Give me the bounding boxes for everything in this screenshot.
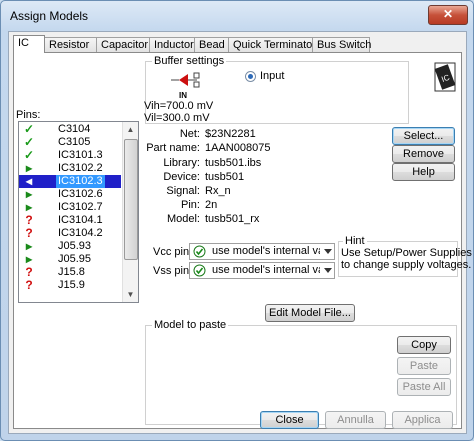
net-label: Net: xyxy=(179,128,200,140)
pin-label: Pin: xyxy=(181,199,200,211)
pin-name: J05.95 xyxy=(58,253,92,265)
remove-button[interactable]: Remove xyxy=(392,145,455,163)
hint-title: Hint xyxy=(343,235,367,247)
scroll-up-arrow-icon[interactable]: ▲ xyxy=(123,122,138,137)
buffer-settings-title: Buffer settings xyxy=(152,55,227,67)
model-label: Model: xyxy=(166,213,200,225)
scroll-thumb[interactable] xyxy=(124,139,138,260)
pin-list-item[interactable]: ◂ IC3102.3 xyxy=(19,175,121,188)
model-to-paste-group: Model to paste Copy Paste Paste All xyxy=(145,319,457,425)
pin-name: IC3102.6 xyxy=(58,188,103,200)
hint-text-line1: Use Setup/Power Supplies xyxy=(341,247,472,259)
pin-list-item[interactable]: ✓ C3105 xyxy=(19,136,121,149)
pin-name: J05.93 xyxy=(58,240,92,252)
pin-list-item[interactable]: ✓ IC3101.3 xyxy=(19,149,121,162)
pin-value: 2n xyxy=(205,199,218,211)
pin-list-item[interactable]: ▸ J05.95 xyxy=(19,253,121,266)
tab-inductor[interactable]: Inductor xyxy=(149,37,195,52)
pin-name: IC3101.3 xyxy=(58,149,103,161)
signal-label: Signal: xyxy=(166,185,200,197)
tab-quick-terminator[interactable]: Quick Terminator xyxy=(228,37,316,52)
vih-value: Vih=700.0 mV xyxy=(144,100,214,112)
library-value: tusb501.ibs xyxy=(205,157,262,169)
power-supply-icon xyxy=(193,264,206,277)
device-label: Device: xyxy=(163,171,200,183)
pin-name: IC3102.3 xyxy=(56,175,105,188)
vcc-pin-label: Vcc pin: xyxy=(153,246,193,258)
ic-chip-icon: IC xyxy=(434,62,456,92)
pin-list-item[interactable]: ? J15.9 xyxy=(19,279,121,292)
net-value: $23N2281 xyxy=(205,128,256,140)
vss-pin-dropdown[interactable]: use model's internal value xyxy=(189,262,335,279)
copy-button[interactable]: Copy xyxy=(397,336,451,354)
pin-name: C3105 xyxy=(58,136,91,148)
pin-list-item[interactable]: ▸ IC3102.7 xyxy=(19,201,121,214)
input-buffer-icon xyxy=(171,72,200,88)
tab-bus-switch[interactable]: Bus Switch xyxy=(312,37,371,52)
chevron-down-icon[interactable] xyxy=(324,268,332,273)
pin-list-item[interactable]: ? IC3104.1 xyxy=(19,214,121,227)
vcc-pin-dropdown[interactable]: use model's internal value xyxy=(189,243,335,260)
library-label: Library: xyxy=(163,157,200,169)
question-icon: ? xyxy=(25,278,33,292)
dialog-client: IC Resistor Capacitor Inductor Bead Quic… xyxy=(8,31,472,434)
input-radio-label: Input xyxy=(260,70,285,82)
vil-value: Vil=300.0 mV xyxy=(144,112,210,124)
vss-pin-value: use model's internal value xyxy=(212,264,320,276)
window-close-button[interactable]: ✕ xyxy=(428,5,468,25)
pin-list-item[interactable]: ▸ J05.93 xyxy=(19,240,121,253)
pin-list-item[interactable]: ▸ IC3102.6 xyxy=(19,188,121,201)
assign-models-window: Assign Models ✕ IC Resistor Capacitor In… xyxy=(0,0,474,441)
tab-capacitor[interactable]: Capacitor xyxy=(96,37,150,52)
device-value: tusb501 xyxy=(205,171,245,183)
model-value: tusb501_rx xyxy=(205,213,260,225)
pin-name: IC3104.1 xyxy=(58,214,103,226)
pin-list-item[interactable]: ✓ C3104 xyxy=(19,123,121,136)
pin-name: J15.8 xyxy=(58,266,85,278)
paste-all-button[interactable]: Paste All xyxy=(397,378,451,396)
select-button[interactable]: Select... xyxy=(392,127,455,145)
vss-pin-label: Vss pin: xyxy=(153,265,193,277)
part-name-label: Part name: xyxy=(146,142,200,154)
paste-button[interactable]: Paste xyxy=(397,357,451,375)
pin-name: IC3102.7 xyxy=(58,201,103,213)
pin-list-item[interactable]: ? J15.8 xyxy=(19,266,121,279)
pin-name: IC3102.2 xyxy=(58,162,103,174)
part-name-value: 1AAN008075 xyxy=(205,142,271,154)
tab-resistor[interactable]: Resistor xyxy=(44,37,97,52)
in-label: IN xyxy=(179,91,187,100)
pin-list-item[interactable]: ▸ IC3102.2 xyxy=(19,162,121,175)
buffer-settings-group: Buffer settings IN Input Vih=700.0 mV Vi… xyxy=(144,55,409,124)
cancel-button[interactable]: Annulla xyxy=(325,411,386,429)
chevron-down-icon[interactable] xyxy=(324,249,332,254)
model-to-paste-title: Model to paste xyxy=(152,319,229,331)
signal-value: Rx_n xyxy=(205,185,231,197)
pin-name: C3104 xyxy=(58,123,91,135)
pin-name: IC3104.2 xyxy=(58,227,103,239)
scroll-down-arrow-icon[interactable]: ▼ xyxy=(123,287,138,302)
tab-bead[interactable]: Bead xyxy=(194,37,229,52)
hint-text-line2: to change supply voltages. xyxy=(341,259,472,271)
ic-tab-panel: Pins: ▲ ▼ ✓ C3104 ✓ C3105 ✓ IC3101.3 ▸ IC3102.2… xyxy=(13,52,472,429)
pin-name: J15.9 xyxy=(58,279,85,291)
power-supply-icon xyxy=(193,245,206,258)
pins-label: Pins: xyxy=(16,109,41,121)
pins-scrollbar[interactable]: ▲ ▼ xyxy=(122,122,138,302)
vcc-pin-value: use model's internal value xyxy=(212,245,320,257)
hint-group: Hint Use Setup/Power Supplies to change … xyxy=(338,235,472,277)
window-title: Assign Models xyxy=(10,9,89,23)
edit-model-file-button[interactable]: Edit Model File... xyxy=(265,304,355,322)
help-button[interactable]: Help xyxy=(392,163,455,181)
apply-button[interactable]: Applica xyxy=(392,411,453,429)
input-radio[interactable] xyxy=(245,71,256,82)
tab-ic[interactable]: IC xyxy=(13,35,45,53)
pins-listbox[interactable]: ▲ ▼ ✓ C3104 ✓ C3105 ✓ IC3101.3 ▸ IC3102.2 ◂ IC310… xyxy=(18,121,139,303)
close-button[interactable]: Close xyxy=(260,411,319,429)
pin-list-item[interactable]: ? IC3104.2 xyxy=(19,227,121,240)
title-bar[interactable]: Assign Models ✕ xyxy=(1,1,473,31)
